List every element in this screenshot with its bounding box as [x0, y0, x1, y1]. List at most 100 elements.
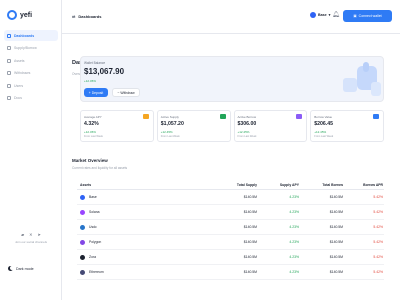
- borrow-apr-cell: 5.42%: [373, 225, 383, 229]
- wallet-balance-label: Wallet Balance: [84, 61, 106, 65]
- plus-icon: +: [88, 90, 91, 95]
- stat-card: Borrow Value $206.45 +12.45% From Last Week: [310, 110, 384, 142]
- asset-name: Zora: [89, 255, 96, 259]
- stat-icon: [296, 114, 303, 119]
- table-row[interactable]: Base $140.5M 4.23% $140.5M 5.42%: [77, 190, 384, 205]
- dark-mode-label: Dark mode: [16, 266, 34, 271]
- stat-card: Active Supply $1,057.20 +12.45% From Last W…: [156, 110, 231, 142]
- moon-icon: [8, 265, 14, 271]
- table-row[interactable]: Ethereum $140.5M 4.23% $140.5M 5.42%: [77, 265, 384, 280]
- sidebar-toggle-icon[interactable]: ⇄: [72, 14, 75, 19]
- wallet-balance-card: Wallet Balance $13,067.90 +12.45% + Depo…: [80, 56, 384, 102]
- withdraw-label: Withdraw: [120, 90, 135, 95]
- borrow-apr-cell: 5.42%: [373, 240, 383, 244]
- asset-cell: Usdc: [77, 224, 199, 230]
- stat-card: Active Borrow $306.00 +12.45% From Last Wee…: [233, 110, 308, 142]
- table-row[interactable]: Usdc $140.5M 4.23% $140.5M 5.42%: [77, 220, 384, 235]
- market-table: Assets Total Supply Supply APY Total Bor…: [77, 180, 384, 280]
- bell-icon[interactable]: 🔔︎: [332, 12, 340, 19]
- connect-wallet-label: Connect wallet: [358, 14, 382, 18]
- table-header: Assets Total Supply Supply APY Total Bor…: [77, 180, 384, 190]
- x-icon[interactable]: ✕: [29, 232, 32, 237]
- stat-icon: [219, 114, 226, 119]
- stat-value: 4.32%: [84, 121, 99, 127]
- total-supply-cell: $140.5M: [243, 270, 257, 274]
- dark-mode-toggle[interactable]: Dark mode: [8, 265, 34, 271]
- stats-row: Average APY 4.32% +12.45% From Last Week Act…: [80, 110, 384, 142]
- col-header-borrow-apr[interactable]: Borrow APR: [343, 183, 383, 187]
- asset-name: Usdc: [89, 225, 97, 229]
- asset-cell: Zora: [77, 254, 199, 260]
- coin-icon: [80, 209, 85, 215]
- supply-apy-cell: 4.23%: [289, 255, 299, 259]
- total-borrow-cell: $140.5M: [329, 225, 343, 229]
- deposit-label: Deposit: [91, 90, 104, 95]
- stat-icon: [373, 114, 379, 119]
- withdraw-button[interactable]: − Withdraw: [112, 88, 140, 97]
- discord-icon[interactable]: ▰: [21, 232, 24, 237]
- asset-name: Base: [89, 195, 97, 199]
- coin-icon: [80, 254, 85, 260]
- stat-label: Active Supply: [160, 115, 179, 119]
- connect-wallet-button[interactable]: ▣ Connect wallet: [343, 10, 392, 22]
- telegram-icon[interactable]: ➤: [38, 232, 41, 237]
- borrow-apr-cell: 5.42%: [373, 195, 383, 199]
- stat-change: +12.45%: [314, 130, 327, 134]
- table-row[interactable]: Solana $140.5M 4.23% $140.5M 5.42%: [77, 205, 384, 220]
- users-icon: [7, 83, 11, 88]
- dashboard-icon: [7, 33, 11, 38]
- market-overview-subtitle: Current rates and liquidity for all asse…: [72, 166, 128, 170]
- coin-icon: [80, 194, 85, 200]
- stat-label: Active Borrow: [237, 115, 257, 119]
- col-header-supply-apy[interactable]: Supply APY: [257, 183, 299, 187]
- docs-icon: [7, 96, 11, 100]
- asset-cell: Ethereum: [77, 269, 199, 275]
- col-header-total-supply[interactable]: Total Supply: [199, 183, 257, 187]
- sidebar-item-dashboards[interactable]: Dashboards: [4, 30, 58, 41]
- total-supply-cell: $140.5M: [243, 195, 257, 199]
- col-header-total-borrow[interactable]: Total Borrow: [299, 183, 343, 187]
- stat-change: +12.45%: [160, 130, 173, 134]
- sidebar-item-withdraws[interactable]: Withdraws: [4, 68, 58, 79]
- stat-period: From Last Week: [84, 135, 103, 138]
- col-header-assets[interactable]: Assets: [77, 183, 199, 187]
- stat-value: $1,057.20: [160, 121, 184, 127]
- sidebar-item-users[interactable]: Users: [4, 80, 58, 91]
- coins-icon: [7, 58, 11, 63]
- total-borrow-cell: $140.5M: [329, 240, 343, 244]
- network-label: Base: [318, 13, 327, 17]
- table-row[interactable]: Zora $140.5M 4.23% $140.5M 5.42%: [77, 250, 384, 265]
- supply-apy-cell: 4.23%: [289, 195, 299, 199]
- sidebar-item-docs[interactable]: Docs: [4, 93, 58, 104]
- total-borrow-cell: $140.5M: [329, 270, 343, 274]
- sidebar-item-label: Withdraws: [14, 71, 31, 75]
- asset-cell: Base: [77, 194, 199, 200]
- borrow-apr-cell: 5.42%: [373, 270, 383, 274]
- coin-icon: [80, 239, 85, 245]
- sidebar-item-label: Docs: [14, 96, 22, 100]
- stat-period: From Last Week: [314, 135, 334, 138]
- asset-cell: Polygon: [77, 239, 199, 245]
- table-row[interactable]: Polygon $140.5M 4.23% $140.5M 5.42%: [77, 235, 384, 250]
- total-supply-cell: $140.5M: [243, 210, 257, 214]
- total-supply-cell: $140.5M: [243, 240, 257, 244]
- sidebar-item-assets[interactable]: Assets: [4, 55, 58, 66]
- borrow-apr-cell: 5.42%: [373, 255, 383, 259]
- total-borrow-cell: $140.5M: [329, 210, 343, 214]
- deposit-button[interactable]: + Deposit: [84, 88, 108, 97]
- sidebar-item-supply-borrow[interactable]: Supply/Borrow: [4, 43, 58, 54]
- logo[interactable]: yefi: [7, 10, 32, 20]
- network-selector[interactable]: Base ▾: [310, 12, 330, 18]
- base-network-icon: [310, 12, 316, 18]
- stat-change: +12.45%: [237, 130, 250, 134]
- sidebar: yefi Dashboards Supply/Borrow Assets Withdr…: [0, 0, 62, 300]
- stat-label: Average APY: [84, 115, 102, 119]
- app-root: yefi Dashboards Supply/Borrow Assets Withdr…: [0, 0, 400, 300]
- stat-change: +12.45%: [84, 130, 96, 134]
- social-icons: ▰ ✕ ➤: [6, 232, 56, 237]
- stat-label: Borrow Value: [314, 115, 333, 119]
- social-text: Join our social channels: [14, 240, 48, 244]
- total-supply-cell: $140.5M: [243, 255, 257, 259]
- swap-icon: [7, 46, 11, 50]
- sidebar-nav: Dashboards Supply/Borrow Assets Withdraws Us…: [4, 30, 58, 105]
